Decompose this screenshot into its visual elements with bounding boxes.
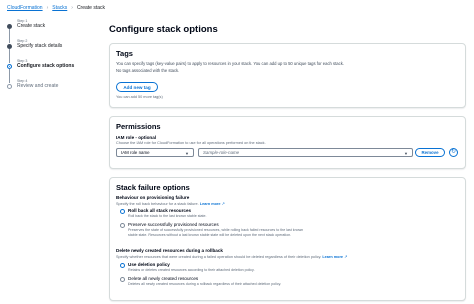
learn-more-link[interactable]: Learn more [322,255,343,259]
radio-selected-icon [120,263,125,268]
wizard-step-2[interactable]: Step 2 Specify stack details [7,39,99,63]
remove-button[interactable]: Remove [415,148,445,157]
wizard-step-3: Step 3 Configure stack options [7,59,99,83]
breadcrumb-separator: › [46,5,49,11]
wizard-steps: Step 1 Create stack Step 2 Specify stack… [7,19,99,99]
breadcrumb-current: Create stack [76,5,106,11]
tags-title: Tags [116,49,133,58]
radio-description: Roll back the stack to the last known st… [128,214,207,218]
stack-failure-panel: Stack failure options Behaviour on provi… [109,177,466,301]
permissions-title: Permissions [116,122,161,131]
iam-role-description: Choose the IAM role for CloudFormation t… [116,141,266,145]
breadcrumb: CloudFormation › Stacks › Create stack [7,5,105,11]
breadcrumb-separator: › [71,5,73,11]
tags-description: You can specify tags (key-value pairs) t… [116,61,344,66]
step-name: Review and create [17,83,59,89]
delete-resources-label: Delete newly created resources during a … [116,248,223,253]
refresh-icon[interactable]: ↻ [449,148,458,157]
permissions-panel: Permissions IAM role - optional Choose t… [109,116,466,169]
stack-failure-title: Stack failure options [116,183,190,192]
radio-description: Preserves the state of successfully prov… [128,228,304,232]
iam-role-label: IAM role - optional [116,135,157,140]
wizard-step-1[interactable]: Step 1 Create stack [7,19,99,43]
role-name-input[interactable]: Sample-role-name ▼ [198,148,413,157]
tags-panel: Tags You can specify tags (key-value pai… [109,43,466,108]
radio-description: stable state. Resources without a last k… [128,233,292,237]
caret-down-icon: ▼ [404,151,408,156]
radio-label: Preserve successfully provisioned resour… [128,222,219,227]
breadcrumb-stacks[interactable]: Stacks [52,5,67,11]
step-name: Specify stack details [17,43,63,49]
page-title: Configure stack options [109,24,218,35]
tags-hint: You can add 50 more tag(s) [116,95,163,99]
delete-resources-description: Specify whether resources that were crea… [116,254,348,259]
iam-role-select[interactable]: IAM role name ▼ [116,148,194,157]
radio-label: Use deletion policy [128,262,170,267]
iam-role-select-value: IAM role name [121,150,150,155]
step-pending-icon [7,84,12,89]
radio-label: Roll back all stack resources [128,208,192,213]
radio-unselected-icon [120,223,125,228]
caret-down-icon: ▼ [185,151,189,156]
radio-unselected-icon [120,277,125,282]
radio-description: Retains or deletes created resources acc… [128,268,255,272]
external-link-icon: ↗ [344,254,348,259]
learn-more-link[interactable]: Learn more [200,202,221,206]
radio-selected-icon [120,209,125,214]
breadcrumb-cloudformation[interactable]: CloudFormation [7,5,43,11]
radio-label: Delete all newly created resources [128,276,199,281]
behaviour-label: Behaviour on provisioning failure [116,195,190,200]
step-name: Create stack [17,23,46,29]
wizard-step-4: Step 4 Review and create [7,79,99,99]
behaviour-description: Specify the roll back behaviour for a st… [116,201,225,206]
tags-empty-text: No tags associated with the stack. [116,68,180,74]
radio-description: Deletes all newly created resources duri… [128,282,282,286]
add-new-tag-button[interactable]: Add new tag [116,82,158,92]
external-link-icon: ↗ [221,201,225,206]
step-name: Configure stack options [17,63,75,69]
role-name-placeholder: Sample-role-name [203,150,240,155]
